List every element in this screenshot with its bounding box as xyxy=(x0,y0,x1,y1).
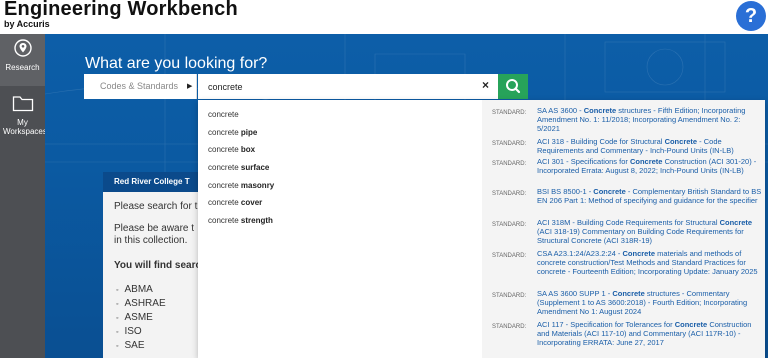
search-input[interactable] xyxy=(198,74,498,99)
standard-result-link[interactable]: SA AS 3600 SUPP 1 - Concrete structures … xyxy=(537,289,762,316)
org-list: ◦ ABMA ◦ ASHRAE ◦ ASME ◦ ISO ◦ SAE xyxy=(116,283,166,353)
sidebar: Research My Workspaces xyxy=(0,34,47,358)
standard-result-link[interactable]: ACI 117 - Specification for Tolerances f… xyxy=(537,320,762,347)
standard-result-link[interactable]: ACI 318M - Building Code Requirements fo… xyxy=(537,218,762,245)
list-item: ◦ ABMA xyxy=(116,284,153,295)
sidebar-item-label: My Workspaces xyxy=(3,118,47,136)
result-type-label: STANDARD: xyxy=(492,161,527,167)
collection-text: in this collection. xyxy=(114,235,188,246)
result-type-label: STANDARD: xyxy=(492,324,527,330)
suggestion-item[interactable]: concrete cover xyxy=(208,198,262,207)
suggestion-item[interactable]: concrete masonry xyxy=(208,181,274,190)
list-item: ◦ SAE xyxy=(116,340,145,351)
suggestion-item[interactable]: concrete strength xyxy=(208,216,273,225)
collection-find-label: You will find searc xyxy=(114,260,202,271)
result-type-label: STANDARD: xyxy=(492,191,527,197)
search-icon xyxy=(506,79,521,94)
chevron-right-icon: ▶ xyxy=(187,83,193,90)
standards-results: STANDARD: SA AS 3600 - Concrete structur… xyxy=(482,100,765,358)
app-subtitle: by Accuris xyxy=(4,19,50,29)
hero-title: What are you looking for? xyxy=(85,55,268,72)
collection-text: Please be aware t xyxy=(114,223,195,234)
suggestion-item[interactable]: concrete pipe xyxy=(208,128,257,137)
standard-result-link[interactable]: CSA A23.1:24/A23.2:24 - Concrete materia… xyxy=(537,249,762,276)
collection-text: Please search for t xyxy=(114,201,198,212)
standard-result-link[interactable]: SA AS 3600 - Concrete structures - Fifth… xyxy=(537,106,762,133)
top-bar: Engineering Workbench by Accuris ? xyxy=(0,0,768,34)
help-button[interactable]: ? xyxy=(736,1,766,31)
clear-search-button[interactable]: × xyxy=(482,78,489,92)
list-item: ◦ ISO xyxy=(116,326,142,337)
suggestion-item[interactable]: concrete box xyxy=(208,145,255,154)
app-title: Engineering Workbench xyxy=(4,0,238,20)
search-scope-label: Codes & Standards xyxy=(100,81,179,91)
collection-panel: Red River College T Please search for t … xyxy=(103,172,203,358)
suggestion-list: concrete concrete pipe concrete box conc… xyxy=(198,100,482,358)
sidebar-item-research[interactable]: Research xyxy=(0,34,45,86)
result-type-label: STANDARD: xyxy=(492,293,527,299)
standard-result-link[interactable]: ACI 301 - Specifications for Concrete Co… xyxy=(537,157,762,175)
folder-icon xyxy=(12,96,33,112)
sidebar-item-label: Research xyxy=(5,63,40,72)
collection-heading: Red River College T xyxy=(103,172,203,192)
result-type-label: STANDARD: xyxy=(492,110,527,116)
standard-result-link[interactable]: BSI BS 8500-1 - Concrete - Complementary… xyxy=(537,187,762,205)
sidebar-item-workspaces[interactable]: My Workspaces xyxy=(0,90,47,146)
standard-result-link[interactable]: ACI 318 - Building Code for Structural C… xyxy=(537,137,762,155)
result-type-label: STANDARD: xyxy=(492,253,527,259)
result-type-label: STANDARD: xyxy=(492,222,527,228)
list-item: ◦ ASME xyxy=(116,312,153,323)
list-item: ◦ ASHRAE xyxy=(116,298,166,309)
search-button[interactable] xyxy=(498,74,528,99)
suggestion-item[interactable]: concrete xyxy=(208,110,239,119)
search-scope-dropdown[interactable]: Codes & Standards ▶ xyxy=(84,74,197,99)
location-pin-icon xyxy=(13,39,32,57)
suggestion-item[interactable]: concrete surface xyxy=(208,163,269,172)
result-type-label: STANDARD: xyxy=(492,141,527,147)
